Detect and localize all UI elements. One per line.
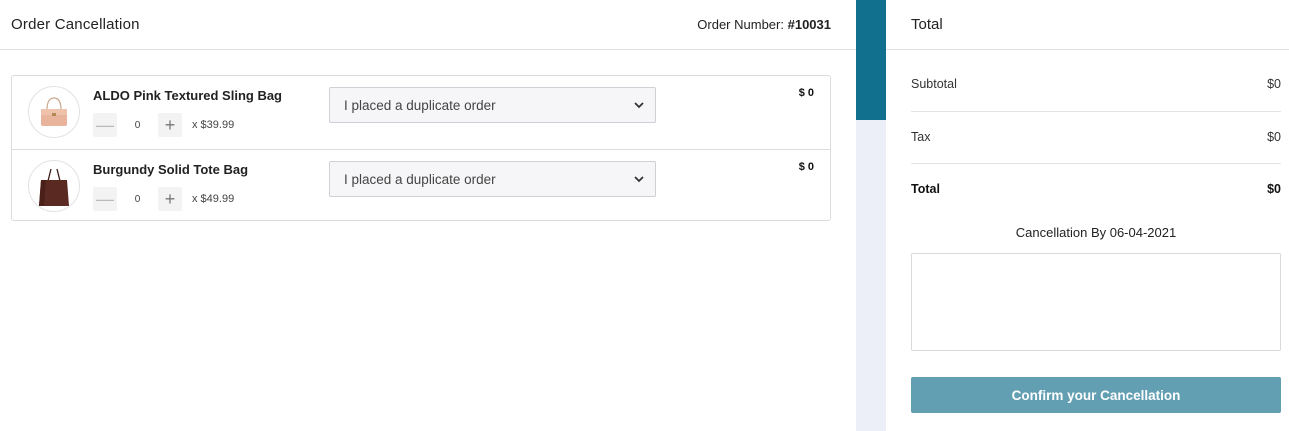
unit-price: x $39.99 [192, 119, 235, 131]
minus-icon[interactable]: — [93, 113, 117, 137]
list-item: ALDO Pink Textured Sling Bag — 0 + x $39… [12, 76, 830, 149]
chevron-down-icon [634, 102, 644, 109]
plus-icon[interactable]: + [158, 187, 182, 211]
order-cancellation-panel: Order Cancellation Order Number: #10031 … [0, 0, 856, 431]
tax-value: $0 [1267, 130, 1281, 144]
quantity-value[interactable]: 0 [117, 120, 158, 131]
confirm-cancellation-button[interactable]: Confirm your Cancellation [911, 377, 1281, 413]
divider [911, 111, 1281, 112]
pink-sling-bag-image [41, 97, 67, 126]
order-header: Order Cancellation Order Number: #10031 [0, 0, 856, 50]
subtotal-row: Subtotal $0 [911, 77, 1281, 91]
order-number-value: #10031 [787, 17, 831, 32]
order-number: Order Number: #10031 [697, 17, 831, 32]
page-title: Order Cancellation [11, 16, 140, 33]
list-item: Burgundy Solid Tote Bag — 0 + x $49.99 I… [12, 149, 830, 220]
tax-row: Tax $0 [911, 130, 1281, 144]
cancel-reason-value: I placed a duplicate order [344, 97, 496, 113]
quantity-stepper: — 0 + x $49.99 [93, 187, 234, 211]
item-name: ALDO Pink Textured Sling Bag [93, 88, 283, 103]
total-label: Total [911, 182, 940, 196]
divider [911, 163, 1281, 164]
plus-icon[interactable]: + [158, 113, 182, 137]
cancel-reason-value: I placed a duplicate order [344, 171, 496, 187]
total-row: Total $0 [911, 182, 1281, 196]
burgundy-tote-bag-image [39, 168, 69, 206]
cancel-reason-select[interactable]: I placed a duplicate order [329, 161, 656, 197]
order-number-label: Order Number: [697, 17, 784, 32]
cancel-reason-select[interactable]: I placed a duplicate order [329, 87, 656, 123]
cancellation-deadline: Cancellation By 06-04-2021 [1015, 225, 1177, 240]
chevron-down-icon [634, 176, 644, 183]
line-total: $ 0 [798, 87, 814, 99]
tax-label: Tax [911, 130, 931, 144]
product-image-burgundy-tote-bag [28, 160, 80, 212]
subtotal-value: $0 [1267, 77, 1281, 91]
subtotal-label: Subtotal [911, 77, 957, 91]
accent-bar [856, 0, 886, 120]
cancellation-notes-input[interactable] [911, 253, 1281, 351]
minus-icon[interactable]: — [93, 187, 117, 211]
total-title: Total [886, 0, 1289, 50]
total-value: $0 [1267, 182, 1281, 196]
divider-strip [856, 0, 886, 431]
quantity-stepper: — 0 + x $39.99 [93, 113, 234, 137]
quantity-value[interactable]: 0 [117, 194, 158, 205]
line-total: $ 0 [798, 161, 814, 173]
cancel-items-list: ALDO Pink Textured Sling Bag — 0 + x $39… [11, 75, 831, 221]
item-name: Burgundy Solid Tote Bag [93, 162, 249, 177]
unit-price: x $49.99 [192, 193, 235, 205]
product-image-pink-sling-bag [28, 86, 80, 138]
total-panel: Total Subtotal $0 Tax $0 Total $0 Cancel… [886, 0, 1289, 431]
